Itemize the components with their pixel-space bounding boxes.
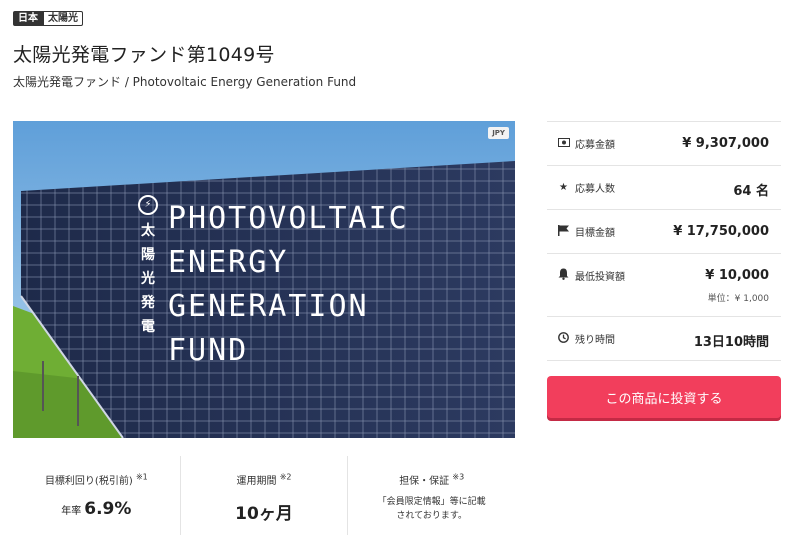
tag-group: 日本 太陽光 xyxy=(13,11,83,26)
hero-title-line: PHOTOVOLTAIC xyxy=(168,201,409,236)
period-label: 運用期間 xyxy=(236,476,277,487)
collateral-stat: 担保・保証 ※3 「会員限定情報」等に記載 されております。 xyxy=(347,456,515,535)
hero-vertical-char: 電 xyxy=(141,319,155,335)
fund-stats: 目標利回り(税引前) ※1 年率 6.9% 運用期間 ※2 10ヶ月 担保・保証 … xyxy=(13,456,515,535)
hero-title-line: FUND xyxy=(168,333,249,368)
applicants-row: ★ 応募人数 64 名 xyxy=(547,166,781,210)
hero-vertical-char: 発 xyxy=(141,295,155,311)
page-subtitle: 太陽光発電ファンド / Photovoltaic Energy Generati… xyxy=(13,75,357,89)
currency-badge: JPY xyxy=(488,127,509,139)
applied-amount-label: 応募金額 xyxy=(575,140,615,151)
page-title: 太陽光発電ファンド第1049号 xyxy=(13,44,275,66)
collateral-text: 「会員限定情報」等に記載 xyxy=(377,497,486,507)
clock-icon xyxy=(557,331,570,346)
applied-amount-row: 応募金額 ¥ 9,307,000 xyxy=(547,122,781,166)
collateral-text: されております。 xyxy=(396,511,467,521)
target-amount-row: 目標金額 ¥ 17,750,000 xyxy=(547,210,781,254)
min-investment-row: 最低投資額 ¥ 10,000 単位：¥ 1,000 xyxy=(547,254,781,317)
money-icon xyxy=(557,137,570,150)
hero-image: JPY ⚡ 太 陽 光 発 電 PHOTOVOLTAIC ENERGY GENE… xyxy=(13,121,515,438)
applicants-value: 64 名 xyxy=(733,184,769,199)
period-footnote: ※2 xyxy=(279,472,292,482)
fund-summary-panel: 応募金額 ¥ 9,307,000 ★ 応募人数 64 名 目標金額 ¥ 17,7… xyxy=(547,121,781,361)
yield-value: 6.9% xyxy=(84,499,132,519)
yield-stat: 目標利回り(税引前) ※1 年率 6.9% xyxy=(13,456,180,535)
hero-title-line: GENERATION xyxy=(168,289,369,324)
min-investment-unit: 単位：¥ 1,000 xyxy=(707,294,769,304)
invest-button[interactable]: この商品に投資する xyxy=(547,376,781,418)
collateral-footnote: ※3 xyxy=(452,472,465,482)
hero-vertical-char: 光 xyxy=(141,271,155,287)
target-amount-value: ¥ 17,750,000 xyxy=(673,224,769,239)
hero-vertical-char: 陽 xyxy=(141,247,155,263)
applied-amount-value: ¥ 9,307,000 xyxy=(682,136,769,151)
hero-vertical-char: 太 xyxy=(141,223,155,239)
yield-prefix: 年率 xyxy=(61,506,82,517)
hero-title-line: ENERGY xyxy=(168,245,289,280)
time-left-label: 残り時間 xyxy=(575,335,615,346)
period-value: 10ヶ月 xyxy=(235,504,293,524)
yield-label: 目標利回り(税引前) xyxy=(44,476,133,487)
time-left-row: 残り時間 13日10時間 xyxy=(547,317,781,361)
country-tag: 日本 xyxy=(13,11,43,26)
yield-footnote: ※1 xyxy=(135,472,148,482)
flag-icon xyxy=(557,224,570,239)
time-left-value: 13日10時間 xyxy=(693,335,769,350)
hero-title: PHOTOVOLTAIC ENERGY GENERATION FUND xyxy=(168,197,409,373)
lightning-icon: ⚡ xyxy=(138,195,158,215)
period-stat: 運用期間 ※2 10ヶ月 xyxy=(179,456,348,535)
category-tag: 太陽光 xyxy=(43,11,83,26)
collateral-label: 担保・保証 xyxy=(399,476,450,487)
hero-vertical-text: ⚡ 太 陽 光 発 電 xyxy=(138,195,158,339)
applicants-label: 応募人数 xyxy=(575,184,615,195)
min-investment-value: ¥ 10,000 xyxy=(705,268,769,283)
min-investment-label: 最低投資額 xyxy=(575,272,625,283)
star-icon: ★ xyxy=(559,182,568,193)
bell-icon xyxy=(557,268,570,283)
target-amount-label: 目標金額 xyxy=(575,228,615,239)
